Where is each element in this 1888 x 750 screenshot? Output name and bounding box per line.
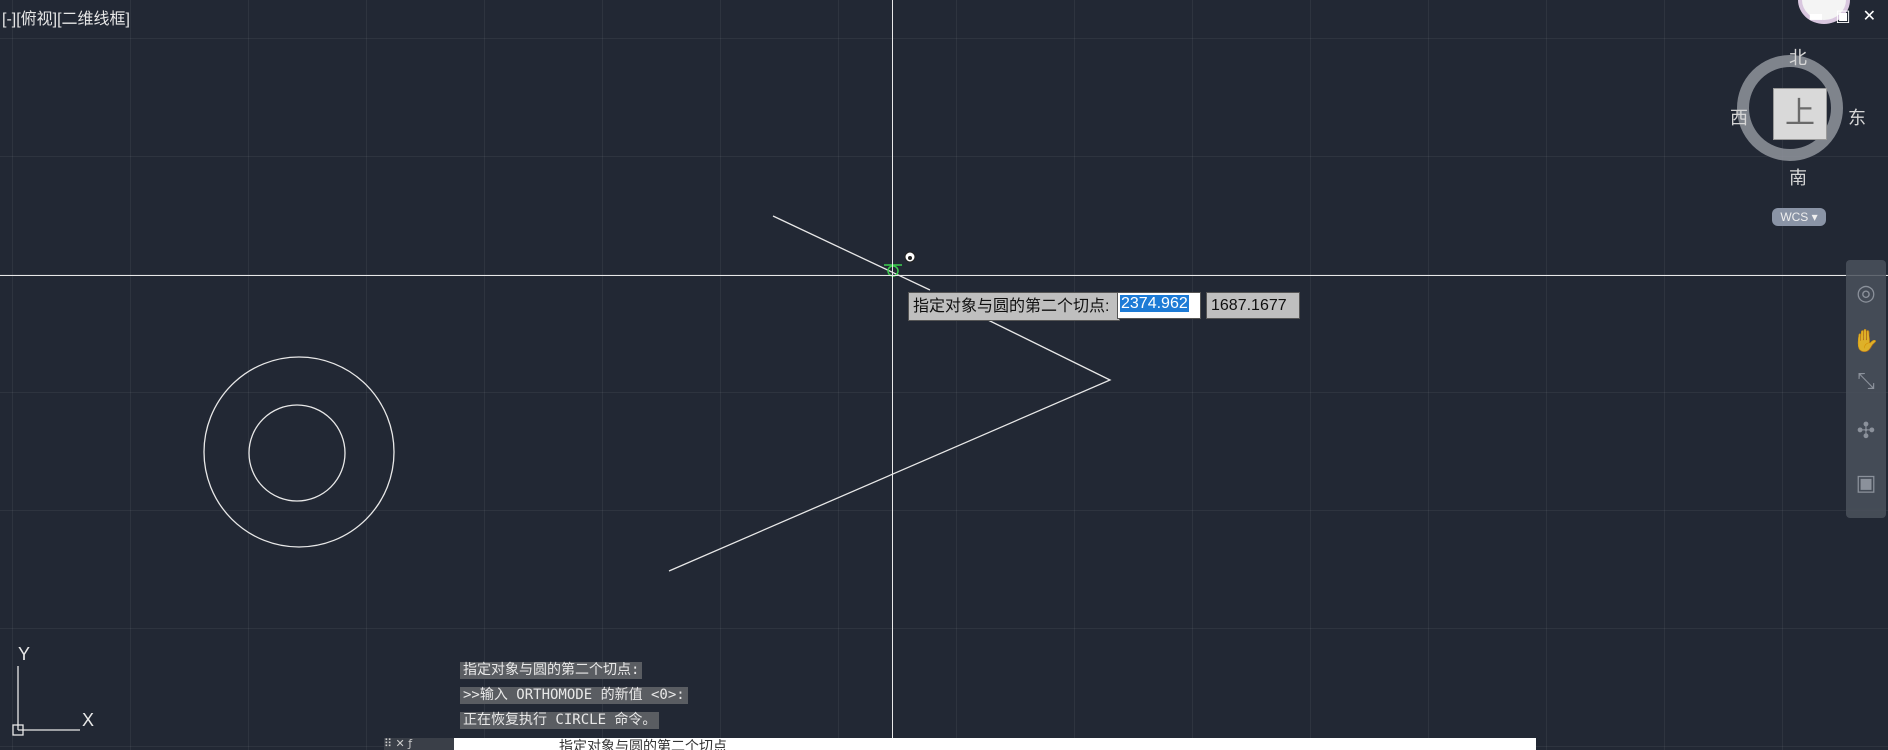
inner-circle[interactable] <box>248 404 346 502</box>
command-history-line: 指定对象与圆的第二个切点: <box>460 662 643 679</box>
ucs-y-label: Y <box>18 644 31 664</box>
command-line-grip-icon[interactable]: ⠿ ✕ ƒ <box>384 738 454 750</box>
compass-west[interactable]: 西 <box>1730 104 1748 130</box>
steering-wheel-icon[interactable]: ◎ <box>1852 280 1880 308</box>
dynamic-input-y-field[interactable]: 1687.1677 <box>1206 292 1300 319</box>
compass-north[interactable]: 北 <box>1789 44 1807 70</box>
command-history-line: >>输入 ORTHOMODE 的新值 <0>: <box>460 687 688 704</box>
viewcube-top-face[interactable]: 上 <box>1773 88 1827 140</box>
zoom-extents-icon[interactable]: ⤡ <box>1852 368 1880 396</box>
cursor-badge-icon <box>904 251 916 263</box>
wcs-menu-button[interactable]: WCS ▾ <box>1772 208 1826 226</box>
dynamic-input-prompt: 指定对象与圆的第二个切点: <box>908 292 1121 321</box>
command-line-input[interactable]: 指定对象与圆的第二个切点 <box>384 738 1536 750</box>
wcs-label: WCS <box>1780 210 1809 224</box>
x-value-selected[interactable]: 2374.962 <box>1120 295 1189 312</box>
crosshair-vertical <box>892 0 893 740</box>
polyline[interactable] <box>668 319 1112 572</box>
dynamic-input-x-field[interactable]: 2374.962 <box>1117 292 1201 319</box>
viewcube[interactable]: 上 北 南 东 西 WCS ▾ <box>1730 40 1870 240</box>
drawing-canvas[interactable]: [-][俯视][二维线框] ▬ ▣ ✕ 指定对象与圆的第二个切点: 2374.9… <box>0 0 1888 750</box>
outer-circle[interactable] <box>203 356 395 548</box>
compass-east[interactable]: 东 <box>1848 104 1866 130</box>
pan-hand-icon[interactable]: ✋ <box>1852 328 1880 356</box>
command-line-text: 指定对象与圆的第二个切点 <box>559 738 727 750</box>
showmotion-icon[interactable]: ▣ <box>1852 470 1880 498</box>
command-history-line: 正在恢复执行 CIRCLE 命令。 <box>460 712 660 729</box>
orbit-icon[interactable]: ✣ <box>1852 418 1880 446</box>
drawing-geometry <box>203 215 1112 572</box>
navigation-bar[interactable]: ◎ ✋ ⤡ ✣ ▣ <box>1846 260 1886 518</box>
ucs-x-label: X <box>82 710 95 730</box>
command-history: 指定对象与圆的第二个切点: >>输入 ORTHOMODE 的新值 <0>: 正在… <box>460 662 688 729</box>
compass-south[interactable]: 南 <box>1789 164 1807 190</box>
crosshair-horizontal <box>0 275 1888 276</box>
ucs-icon: Y X <box>12 644 112 740</box>
